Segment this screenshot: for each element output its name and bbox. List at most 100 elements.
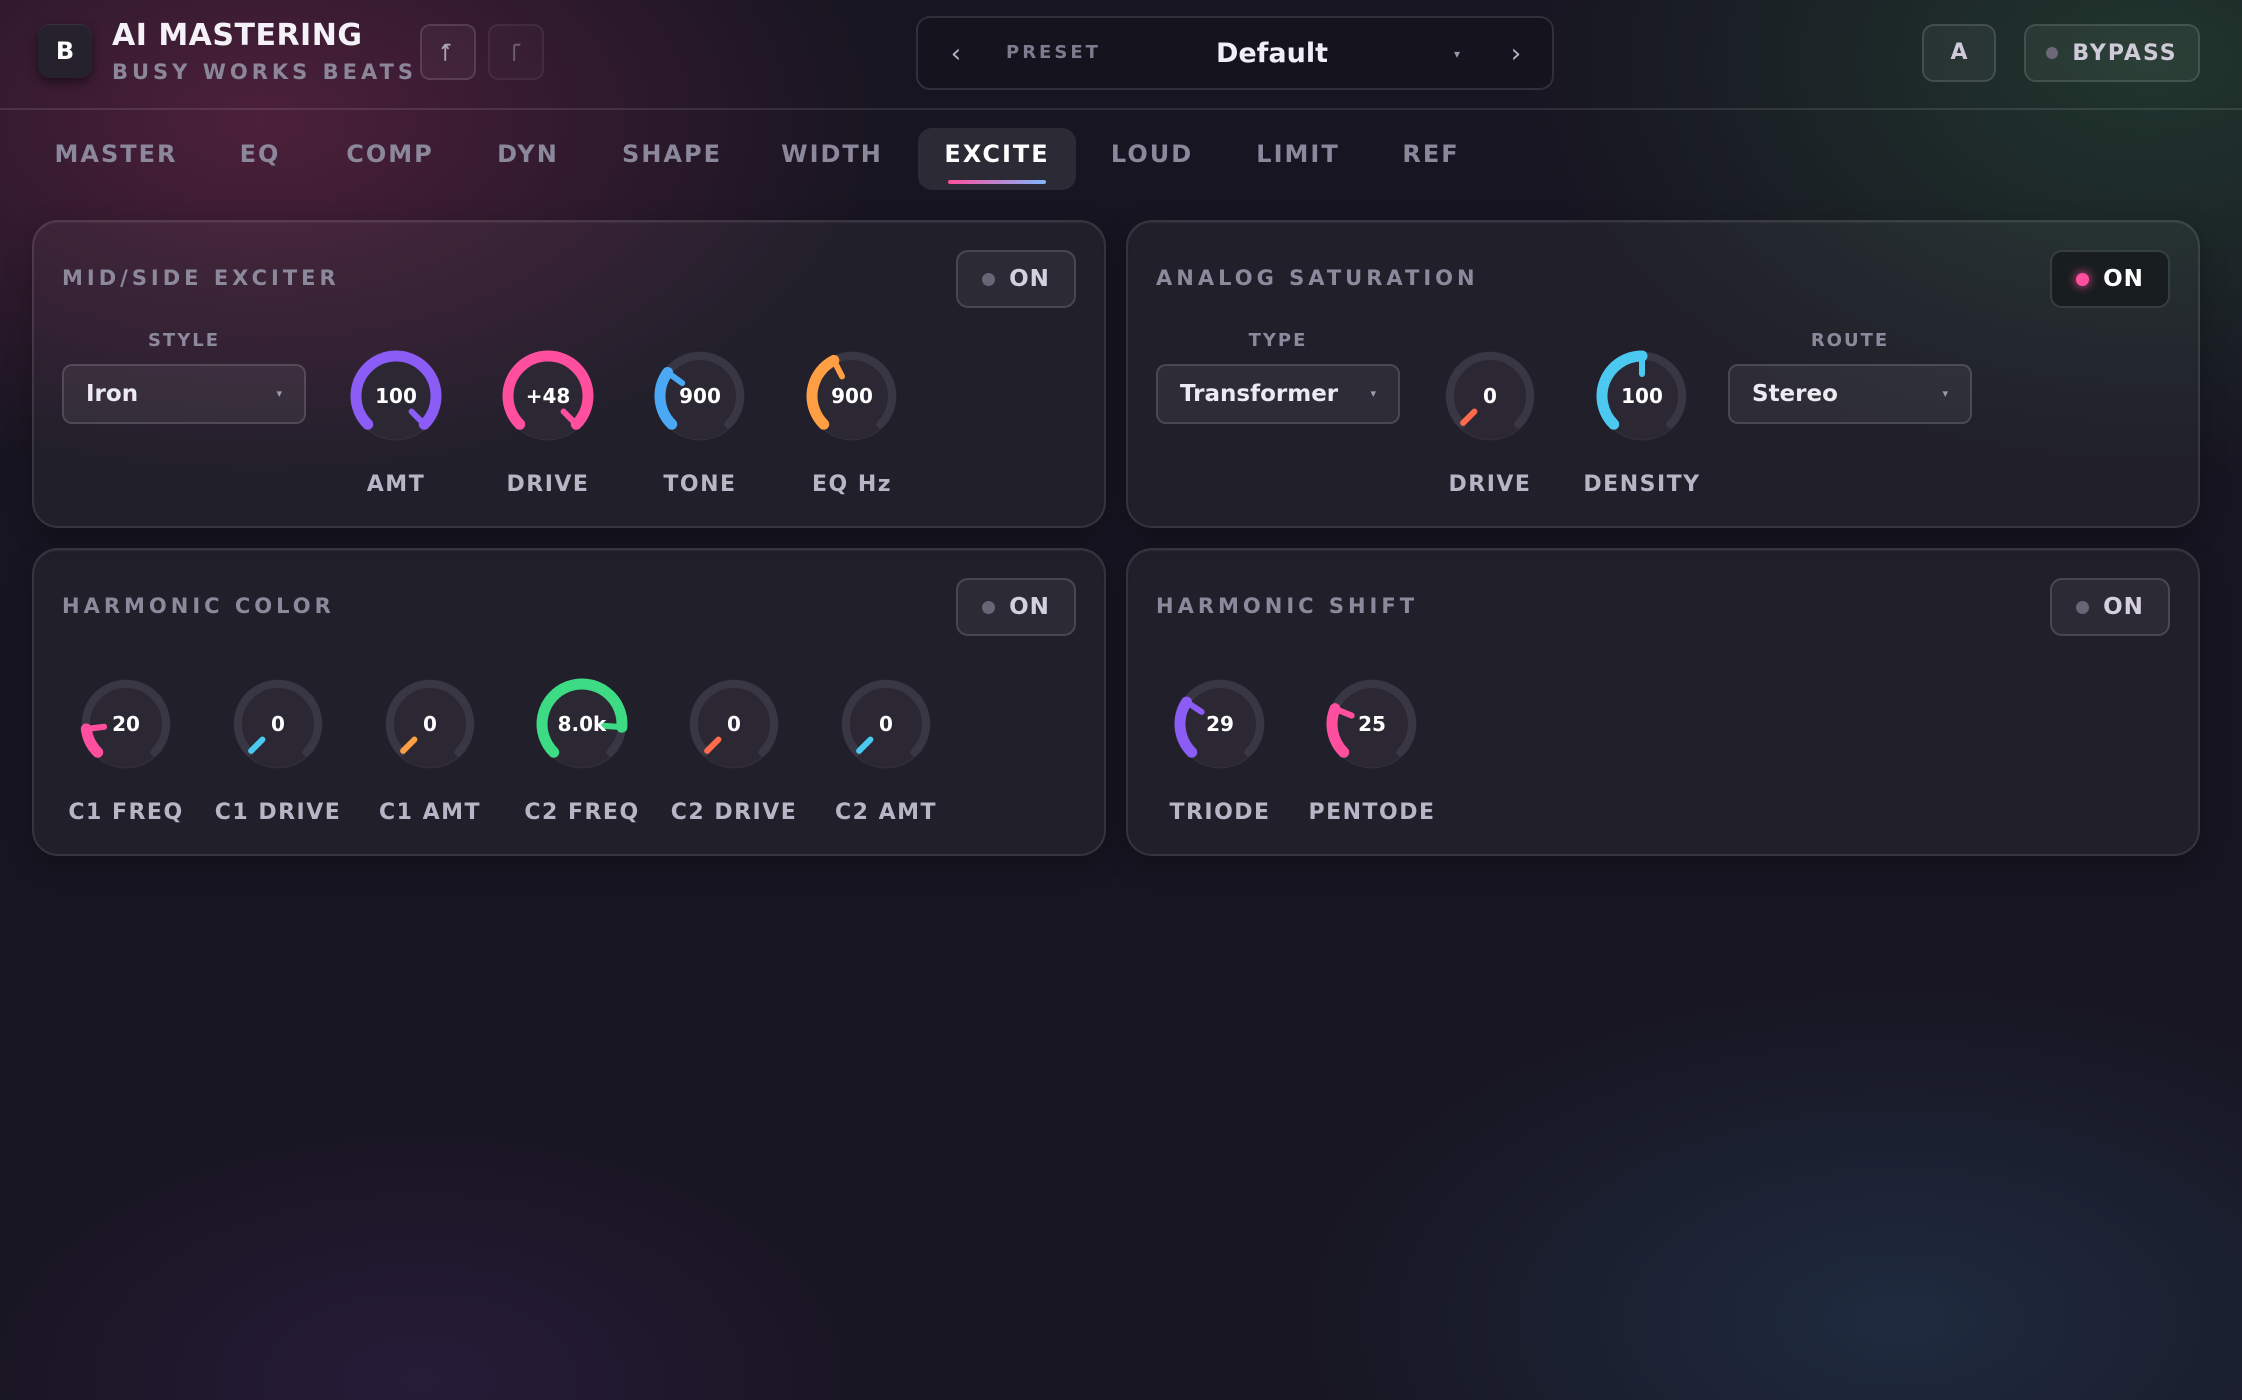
density-knob[interactable]: 100 xyxy=(1592,346,1692,446)
tab-comp[interactable]: COMP xyxy=(330,128,450,190)
route-label: ROUTE xyxy=(1810,330,1890,351)
tab-label: MASTER xyxy=(54,140,178,168)
knob-value: 25 xyxy=(1358,712,1386,736)
undo-icon xyxy=(441,43,451,62)
route-dropdown[interactable]: Stereo ▾ xyxy=(1728,364,1972,424)
knob-value: 29 xyxy=(1206,712,1234,736)
knob-label: C2 DRIVE xyxy=(670,800,798,825)
knob-value: 0 xyxy=(879,712,893,736)
style-value: Iron xyxy=(86,381,139,407)
preset-name-dropdown[interactable]: Default xyxy=(1180,34,1364,74)
knob-label: C1 DRIVE xyxy=(214,800,342,825)
tab-label: DYN xyxy=(497,140,559,168)
power-indicator-icon xyxy=(2076,272,2090,286)
power-indicator-icon xyxy=(982,600,996,614)
saturation-drive-knob[interactable]: 0 xyxy=(1440,346,1540,446)
header-bar: B AI MASTERING BUSY WORKS BEATS ‹ PRESET… xyxy=(0,0,2242,110)
knob-label: TRIODE xyxy=(1169,800,1271,825)
tab-ref[interactable]: REF xyxy=(1390,128,1472,190)
c1-drive-knob[interactable]: 0 xyxy=(228,674,328,774)
analog-saturation-panel: ANALOG SATURATION ON TYPE Transformer ▾ … xyxy=(1126,220,2200,528)
c2-amt-knob[interactable]: 0 xyxy=(836,674,936,774)
harmonic-shift-power-toggle[interactable]: ON xyxy=(2050,578,2170,636)
power-indicator-icon xyxy=(982,272,996,286)
logo-letter: B xyxy=(55,37,75,65)
active-tab-indicator xyxy=(948,180,1046,184)
style-dropdown[interactable]: Iron ▾ xyxy=(62,364,306,424)
knob-value: +48 xyxy=(525,384,571,408)
triode-knob[interactable]: 29 xyxy=(1170,674,1270,774)
chevron-down-icon: ▾ xyxy=(1942,387,1948,400)
panel-title: HARMONIC COLOR xyxy=(62,594,335,618)
knob-value: 0 xyxy=(727,712,741,736)
c2-freq-knob[interactable]: 8.0k xyxy=(532,674,632,774)
tab-label: EQ xyxy=(239,140,281,168)
knob-value: 8.0k xyxy=(557,712,607,736)
eq-hz-knob[interactable]: 900 xyxy=(802,346,902,446)
bypass-label: BYPASS xyxy=(2072,40,2178,66)
tab-label: EXCITE xyxy=(944,140,1050,168)
harmonic-shift-panel: HARMONIC SHIFT ON 29 TRIODE 25 PENTODE xyxy=(1126,548,2200,856)
harmonic-color-power-toggle[interactable]: ON xyxy=(956,578,1076,636)
redo-button[interactable] xyxy=(488,24,544,80)
knob-label: DRIVE xyxy=(1448,472,1532,497)
tab-limit[interactable]: LIMIT xyxy=(1246,128,1350,190)
power-indicator-icon xyxy=(2076,600,2090,614)
knob-label: C1 AMT xyxy=(378,800,482,825)
amt-knob[interactable]: 100 xyxy=(346,346,446,446)
knob-label: EQ Hz xyxy=(811,472,893,497)
route-value: Stereo xyxy=(1752,381,1838,407)
redo-icon xyxy=(513,43,521,62)
tab-dyn[interactable]: DYN xyxy=(480,128,576,190)
type-label: TYPE xyxy=(1248,330,1308,351)
chevron-down-icon: ▾ xyxy=(276,387,282,400)
app-logo: B xyxy=(38,24,92,78)
tab-master[interactable]: MASTER xyxy=(40,128,192,190)
mid-side-exciter-panel: MID/SIDE EXCITER ON STYLE Iron ▾ 100 AMT… xyxy=(32,220,1106,528)
preset-next-button[interactable]: › xyxy=(1498,36,1534,72)
c1-freq-knob[interactable]: 20 xyxy=(76,674,176,774)
panel-title: HARMONIC SHIFT xyxy=(1156,594,1419,618)
tab-label: LIMIT xyxy=(1256,140,1340,168)
tab-label: WIDTH xyxy=(781,140,883,168)
module-tabs: MASTER EQ COMP DYN SHAPE WIDTH EXCITE LO… xyxy=(0,122,2242,192)
knob-label: C1 FREQ xyxy=(68,800,184,825)
type-dropdown[interactable]: Transformer ▾ xyxy=(1156,364,1400,424)
preset-prev-button[interactable]: ‹ xyxy=(938,36,974,72)
tab-shape[interactable]: SHAPE xyxy=(610,128,734,190)
tone-knob[interactable]: 900 xyxy=(650,346,750,446)
knob-label: DENSITY xyxy=(1583,472,1701,497)
on-label: ON xyxy=(2103,594,2144,620)
on-label: ON xyxy=(1009,594,1050,620)
tab-excite[interactable]: EXCITE xyxy=(918,128,1076,190)
tab-label: SHAPE xyxy=(622,140,722,168)
knob-value: 0 xyxy=(271,712,285,736)
knob-value: 900 xyxy=(679,384,721,408)
knob-label: TONE xyxy=(663,472,737,497)
knob-label: AMT xyxy=(366,472,426,497)
mid-side-exciter-power-toggle[interactable]: ON xyxy=(956,250,1076,308)
tab-label: COMP xyxy=(346,140,434,168)
tab-loud[interactable]: LOUD xyxy=(1100,128,1204,190)
c1-amt-knob[interactable]: 0 xyxy=(380,674,480,774)
ab-compare-button[interactable]: A xyxy=(1922,24,1996,82)
pentode-knob[interactable]: 25 xyxy=(1322,674,1422,774)
analog-saturation-power-toggle[interactable]: ON xyxy=(2050,250,2170,308)
drive-knob[interactable]: +48 xyxy=(498,346,598,446)
style-label: STYLE xyxy=(147,330,221,351)
tab-label: LOUD xyxy=(1110,140,1194,168)
tab-eq[interactable]: EQ xyxy=(220,128,300,190)
chevron-down-icon: ▾ xyxy=(1370,387,1376,400)
undo-button[interactable] xyxy=(420,24,476,80)
panel-title: ANALOG SATURATION xyxy=(1156,266,1479,290)
type-value: Transformer xyxy=(1180,381,1339,407)
c2-drive-knob[interactable]: 0 xyxy=(684,674,784,774)
harmonic-color-panel: HARMONIC COLOR ON 20 C1 FREQ 0 C1 DRIVE … xyxy=(32,548,1106,856)
app-title: AI MASTERING xyxy=(112,18,363,53)
bypass-indicator-icon xyxy=(2046,47,2059,59)
on-label: ON xyxy=(1009,266,1050,292)
on-label: ON xyxy=(2103,266,2144,292)
bypass-button[interactable]: BYPASS xyxy=(2024,24,2200,82)
chevron-down-icon[interactable]: ▾ xyxy=(1454,40,1460,68)
tab-width[interactable]: WIDTH xyxy=(766,128,898,190)
